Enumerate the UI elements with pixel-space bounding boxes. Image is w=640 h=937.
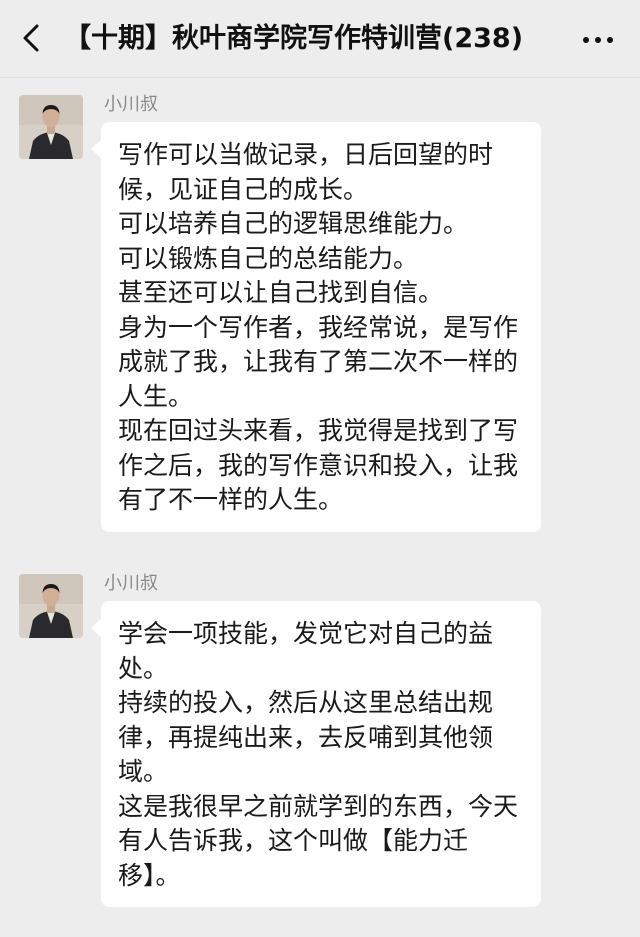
avatar[interactable] xyxy=(19,95,83,159)
message-bubble[interactable]: 学会一项技能，发觉它对自己的益处。 持续的投入，然后从这里总结出规律，再提纯出来… xyxy=(91,601,541,907)
user-portrait-icon xyxy=(19,95,83,159)
message-bubble[interactable]: 写作可以当做记录，日后回望的时候，见证自己的成长。 可以培养自己的逻辑思维能力。… xyxy=(91,122,541,532)
more-dots-icon xyxy=(583,37,613,43)
avatar[interactable] xyxy=(19,574,83,638)
back-button[interactable] xyxy=(14,20,50,56)
sender-name: 小川叔 xyxy=(104,573,158,594)
more-options-button[interactable] xyxy=(578,22,618,58)
chat-title: 【十期】秋叶商学院写作特训营(238) xyxy=(64,23,524,54)
user-portrait-icon xyxy=(19,574,83,638)
chat-header: 【十期】秋叶商学院写作特训营(238) xyxy=(0,0,640,78)
message-text: 写作可以当做记录，日后回望的时候，见证自己的成长。 可以培养自己的逻辑思维能力。… xyxy=(118,140,519,514)
sender-name: 小川叔 xyxy=(104,94,158,115)
chevron-left-icon xyxy=(23,24,39,52)
message-text: 学会一项技能，发觉它对自己的益处。 持续的投入，然后从这里总结出规律，再提纯出来… xyxy=(118,619,519,890)
